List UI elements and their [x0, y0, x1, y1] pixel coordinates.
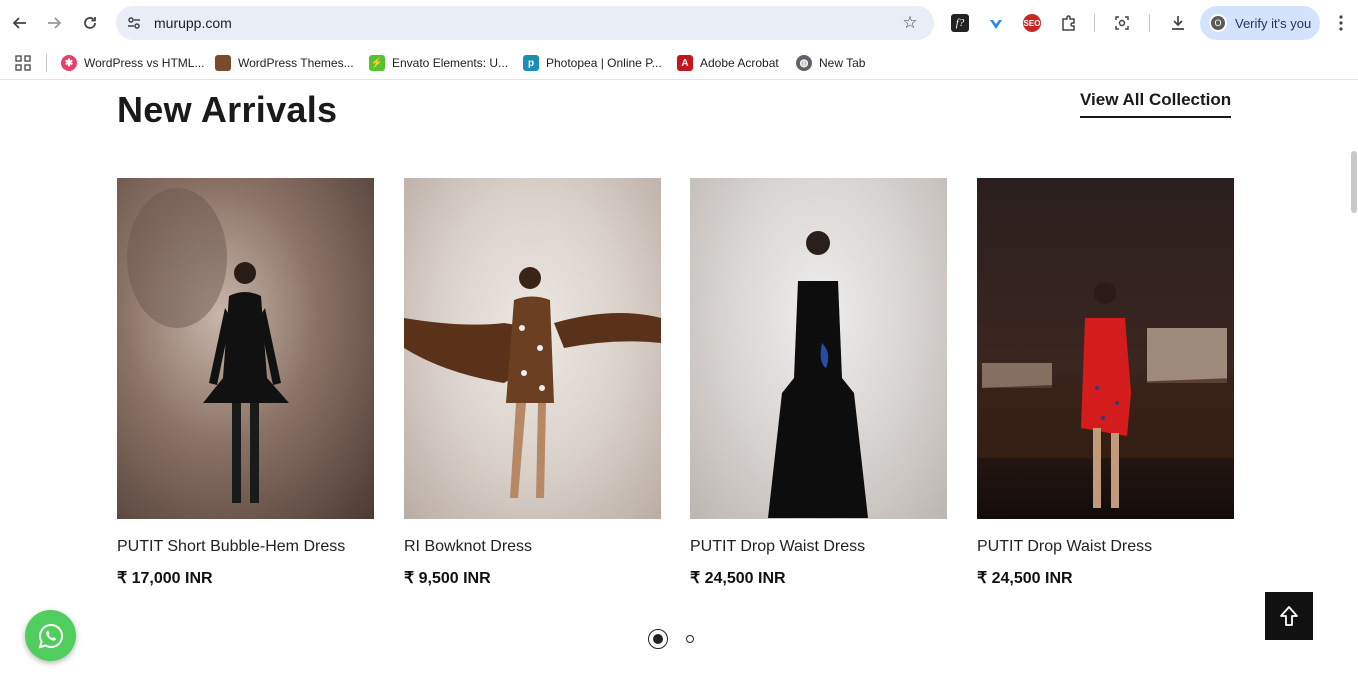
- apps-grid-icon[interactable]: [15, 53, 31, 73]
- bookmark-label: Adobe Acrobat: [700, 56, 779, 70]
- product-card[interactable]: PUTIT Drop Waist Dress ₹ 24,500 INR: [690, 178, 947, 588]
- address-bar[interactable]: murupp.com ☆: [116, 6, 934, 40]
- reload-icon: [84, 17, 96, 29]
- product-image[interactable]: [690, 178, 947, 519]
- bookmark-item-envato-elements[interactable]: ⚡ Envato Elements: U...: [369, 53, 508, 73]
- url-text[interactable]: murupp.com: [154, 15, 232, 31]
- toolbar-divider: [1149, 14, 1150, 32]
- bookmark-item-photopea[interactable]: p Photopea | Online P...: [523, 53, 662, 73]
- back-to-top-button[interactable]: [1265, 592, 1313, 640]
- seo-extension-icon[interactable]: SEO: [1020, 11, 1044, 35]
- product-name[interactable]: PUTIT Drop Waist Dress: [690, 538, 947, 556]
- profile-chip[interactable]: O Verify it's you: [1200, 6, 1320, 40]
- arrow-up-icon: [1280, 606, 1298, 626]
- whatsapp-icon: [38, 623, 63, 648]
- back-button[interactable]: [6, 9, 34, 37]
- browser-toolbar: murupp.com ☆ f? SEO O Verify it's you: [0, 0, 1358, 46]
- site-info-icon[interactable]: [124, 13, 144, 33]
- product-image[interactable]: [977, 178, 1234, 519]
- bookmark-star-icon[interactable]: ☆: [900, 13, 920, 33]
- product-name[interactable]: PUTIT Drop Waist Dress: [977, 538, 1234, 556]
- view-all-collection-link[interactable]: View All Collection: [1080, 90, 1232, 118]
- forward-button[interactable]: [40, 9, 68, 37]
- font-extension-icon[interactable]: f?: [948, 11, 972, 35]
- product-price: ₹ 24,500 INR: [977, 570, 1073, 587]
- product-price: ₹ 17,000 INR: [117, 570, 213, 587]
- section-title: New Arrivals: [117, 89, 338, 130]
- product-card[interactable]: RI Bowknot Dress ₹ 9,500 INR: [404, 178, 661, 588]
- product-image[interactable]: [404, 178, 661, 519]
- product-image[interactable]: [117, 178, 374, 519]
- bookmarks-bar: ✱ WordPress vs HTML... WordPress Themes.…: [0, 46, 1358, 80]
- bookmark-label: New Tab: [819, 56, 866, 70]
- globe-icon: ◍: [796, 55, 812, 71]
- carousel-dot[interactable]: [686, 635, 694, 643]
- bookmark-favicon-icon: ✱: [61, 55, 77, 71]
- extensions-puzzle-icon[interactable]: [1057, 11, 1081, 35]
- bookmark-item-new-tab[interactable]: ◍ New Tab: [796, 53, 865, 73]
- bookmark-item-wordpress-themes[interactable]: WordPress Themes...: [215, 53, 354, 73]
- bookmark-favicon-icon: [215, 55, 231, 71]
- bookmark-item-wordpress-vs-html[interactable]: ✱ WordPress vs HTML...: [61, 53, 204, 73]
- whatsapp-chat-button[interactable]: [25, 610, 76, 661]
- page-scrollbar[interactable]: [1351, 151, 1357, 213]
- screenshot-lens-icon[interactable]: [1110, 11, 1134, 35]
- profile-chip-label: Verify it's you: [1235, 16, 1312, 31]
- downloads-icon[interactable]: [1166, 11, 1190, 35]
- bookmark-favicon-icon: p: [523, 55, 539, 71]
- product-name[interactable]: RI Bowknot Dress: [404, 538, 661, 556]
- bookmark-item-adobe-acrobat[interactable]: A Adobe Acrobat: [677, 53, 779, 73]
- page-content: New Arrivals View All Collection PUTIT S…: [0, 81, 1358, 676]
- bookmark-favicon-icon: A: [677, 55, 693, 71]
- download-extension-icon[interactable]: [984, 11, 1008, 35]
- carousel-pagination: [648, 629, 694, 649]
- bookmark-label: WordPress vs HTML...: [84, 56, 205, 70]
- avatar: O: [1209, 14, 1227, 32]
- bookmarks-divider: [46, 54, 47, 72]
- toolbar-divider: [1094, 14, 1095, 32]
- product-card[interactable]: PUTIT Short Bubble-Hem Dress ₹ 17,000 IN…: [117, 178, 374, 588]
- product-name[interactable]: PUTIT Short Bubble-Hem Dress: [117, 538, 374, 556]
- product-card[interactable]: PUTIT Drop Waist Dress ₹ 24,500 INR: [977, 178, 1234, 588]
- back-arrow-icon: [12, 17, 26, 29]
- bookmark-label: WordPress Themes...: [238, 56, 354, 70]
- bookmark-label: Envato Elements: U...: [392, 56, 509, 70]
- bookmark-favicon-icon: ⚡: [369, 55, 385, 71]
- product-price: ₹ 9,500 INR: [404, 570, 491, 587]
- reload-button[interactable]: [76, 9, 104, 37]
- forward-arrow-icon: [48, 17, 62, 29]
- carousel-dot-active[interactable]: [648, 629, 668, 649]
- more-menu-icon[interactable]: [1329, 11, 1353, 35]
- bookmark-label: Photopea | Online P...: [546, 56, 662, 70]
- product-price: ₹ 24,500 INR: [690, 570, 786, 587]
